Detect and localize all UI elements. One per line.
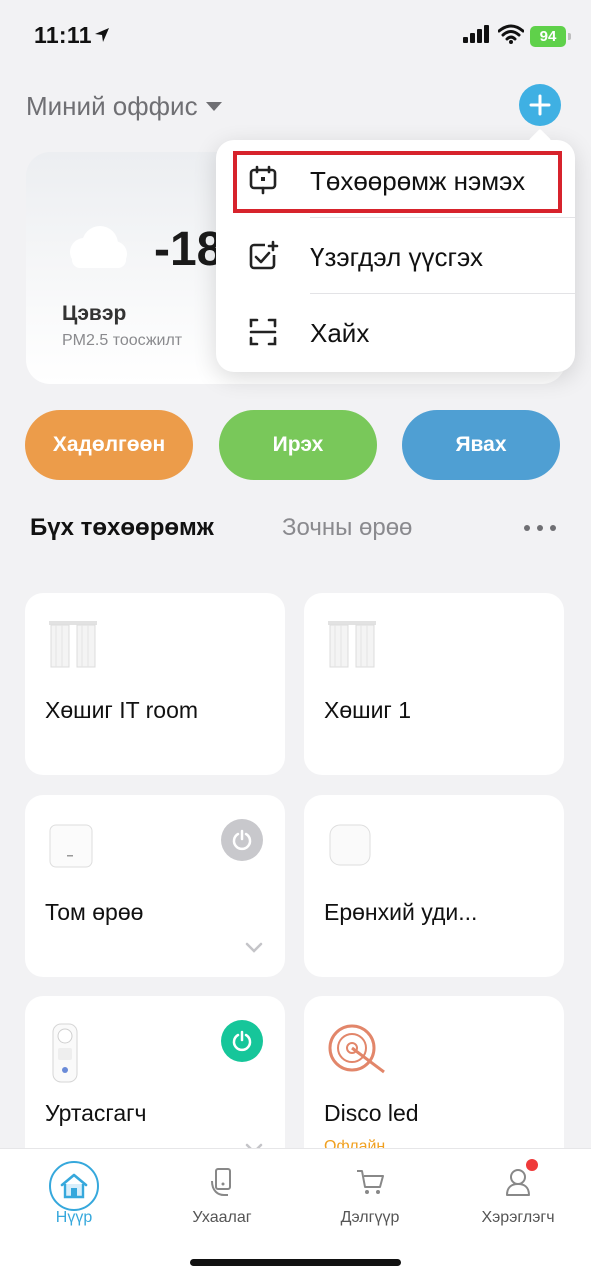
smart-icon [208,1167,236,1202]
cellular-signal-icon [463,25,491,48]
menu-item-label: Үзэгдэл үүсгэх [310,242,483,272]
curtain-icon [47,619,99,674]
nav-label: Дэлгүүр [340,1209,400,1226]
menu-item-create-scene[interactable]: Үзэгдэл үүсгэх [216,218,575,294]
battery-icon: 94 [530,26,571,47]
create-scene-icon [247,240,279,277]
remote-hub-icon [326,821,374,876]
menu-item-search[interactable]: Хайх [216,294,575,370]
add-menu: Төхөөрөмж нэмэх Үзэгдэл үүсгэх Хайх [216,140,575,372]
wifi-icon [497,24,525,49]
air-quality-label: PM2.5 тоосжилт [62,332,183,349]
scan-icon [247,316,279,353]
nav-item-user[interactable]: Хэрэглэгч [444,1149,591,1249]
scene-button-leave[interactable]: Явах [402,410,560,480]
device-card[interactable]: Хөшиг 1 [304,593,564,775]
device-name: Хөшиг IT room [45,697,199,723]
tab-all-devices[interactable]: Бүх төхөөрөмж [30,514,214,542]
nav-label: Нүүр [55,1209,93,1226]
device-card[interactable]: Том өрөө [25,795,285,977]
device-name: Уртасгагч [45,1100,147,1126]
hub-icon [47,821,95,876]
curtain-icon [326,619,378,674]
scene-button-arrive[interactable]: Ирэх [219,410,377,480]
nav-item-smart[interactable]: Ухаалаг [148,1149,296,1249]
more-options-icon[interactable] [524,520,556,536]
menu-item-label: Төхөөрөмж нэмэх [310,166,526,196]
cart-icon [355,1167,385,1202]
home-indicator [190,1259,401,1266]
tab-guest-room[interactable]: Зочны өрөө [282,514,412,542]
notification-dot [526,1159,538,1171]
status-bar: 11:11 94 [0,0,591,74]
device-card[interactable]: Хөшиг IT room [25,593,285,775]
air-quality-value: Цэвэр [62,302,127,325]
menu-item-label: Хайх [310,318,370,348]
device-name: Том өрөө [45,899,144,925]
home-name: Миний оффис [26,90,198,121]
caret-down-icon [205,101,222,111]
nav-label: Хэрэглэгч [481,1209,555,1226]
home-icon [49,1161,99,1211]
led-strip-icon [326,1022,386,1081]
nav-item-shop[interactable]: Дэлгүүр [296,1149,444,1249]
user-icon [504,1167,532,1202]
cloud-icon [62,224,130,275]
chevron-down-icon[interactable] [245,941,263,959]
add-device-icon [247,164,279,201]
power-icon [232,829,252,851]
add-button[interactable] [519,84,561,126]
scene-button-motion[interactable]: Хадөлгөөн [25,410,193,480]
status-time: 11:11 [34,22,92,48]
device-card[interactable]: Ерөнхий уди... [304,795,564,977]
device-name: Хөшиг 1 [324,697,412,723]
power-button[interactable] [221,1020,263,1062]
power-strip-icon [47,1022,83,1091]
location-arrow-icon [93,26,111,49]
temperature: -18 [154,223,224,276]
device-name: Disco led [324,1100,419,1126]
nav-item-home[interactable]: Нүүр [0,1149,148,1249]
nav-label: Ухаалаг [192,1209,252,1226]
plus-icon [529,94,551,116]
menu-item-add-device[interactable]: Төхөөрөмж нэмэх [216,142,575,218]
power-icon [232,1030,252,1052]
home-selector[interactable]: Миний оффис [26,88,222,124]
device-name: Ерөнхий уди... [324,899,478,925]
power-button[interactable] [221,819,263,861]
